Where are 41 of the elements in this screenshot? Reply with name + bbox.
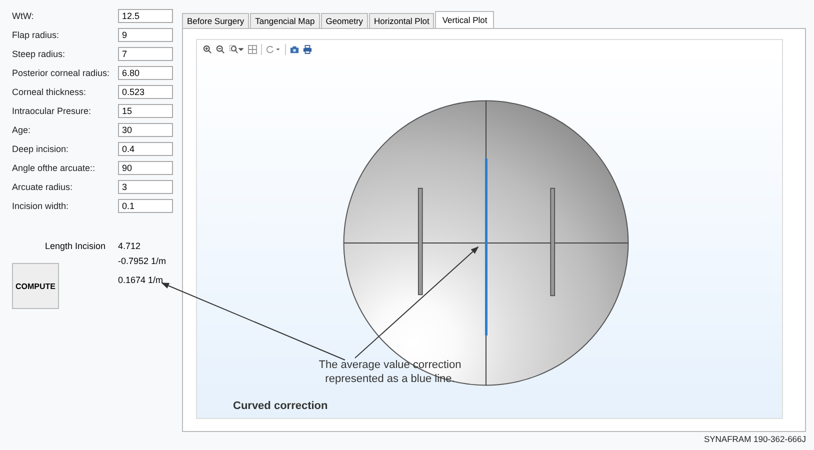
field-label: Angle ofthe arcuate:: (12, 162, 96, 172)
field-label: Intraocular Presure: (12, 106, 92, 116)
input-field[interactable]: 12.5 (118, 8, 173, 22)
tab[interactable]: Geometry (320, 13, 368, 28)
field-label: Deep incision: (12, 144, 70, 154)
field-label: Corneal thickness: (12, 86, 88, 96)
input-field[interactable]: 6.80 (118, 66, 173, 80)
tab[interactable]: Tangencial Map (250, 13, 320, 28)
field-label: Age: (12, 124, 32, 134)
input-field[interactable]: 0.523 (118, 84, 173, 98)
input-field[interactable]: 9 (118, 28, 173, 42)
footer-text: SYNAFRAM 190-362-666J (704, 434, 806, 444)
result-value: -0.7952 1/m (118, 256, 166, 266)
result-value: 0.1674 1/m (118, 275, 164, 285)
tab[interactable]: Before Surgery (182, 13, 250, 28)
plot-title: Curved correction (233, 400, 328, 412)
field-label: Incision width: (12, 200, 70, 210)
field-label: WtW: (12, 10, 35, 20)
field-label: Steep radius: (12, 48, 66, 58)
input-field[interactable]: 0.1 (118, 198, 173, 212)
tab[interactable]: Horizontal Plot (369, 13, 434, 28)
print-icon[interactable] (303, 44, 312, 54)
result-label: Length Incision (44, 241, 107, 251)
field-label: Arcuate radius: (12, 182, 74, 192)
camera-icon[interactable] (290, 44, 299, 54)
zoom-box-icon[interactable] (229, 44, 244, 54)
tab[interactable]: Vertical Plot (435, 11, 494, 28)
input-field[interactable]: 15 (118, 104, 173, 118)
grid-icon[interactable] (248, 44, 257, 54)
field-label: Posterior corneal radius: (12, 68, 111, 78)
zoom-out-icon[interactable] (216, 44, 225, 54)
input-field[interactable]: 0.4 (118, 142, 173, 156)
field-label: Flap radius: (12, 30, 60, 40)
input-field[interactable]: 3 (118, 180, 173, 194)
input-field[interactable]: 90 (118, 160, 173, 174)
zoom-in-icon[interactable] (203, 44, 212, 54)
input-field[interactable]: 7 (118, 46, 173, 60)
compute-button[interactable]: COMPUTE (12, 263, 59, 309)
rotate-icon[interactable] (266, 44, 281, 54)
input-field[interactable]: 30 (118, 122, 173, 136)
result-value: 4.712 (118, 241, 141, 251)
